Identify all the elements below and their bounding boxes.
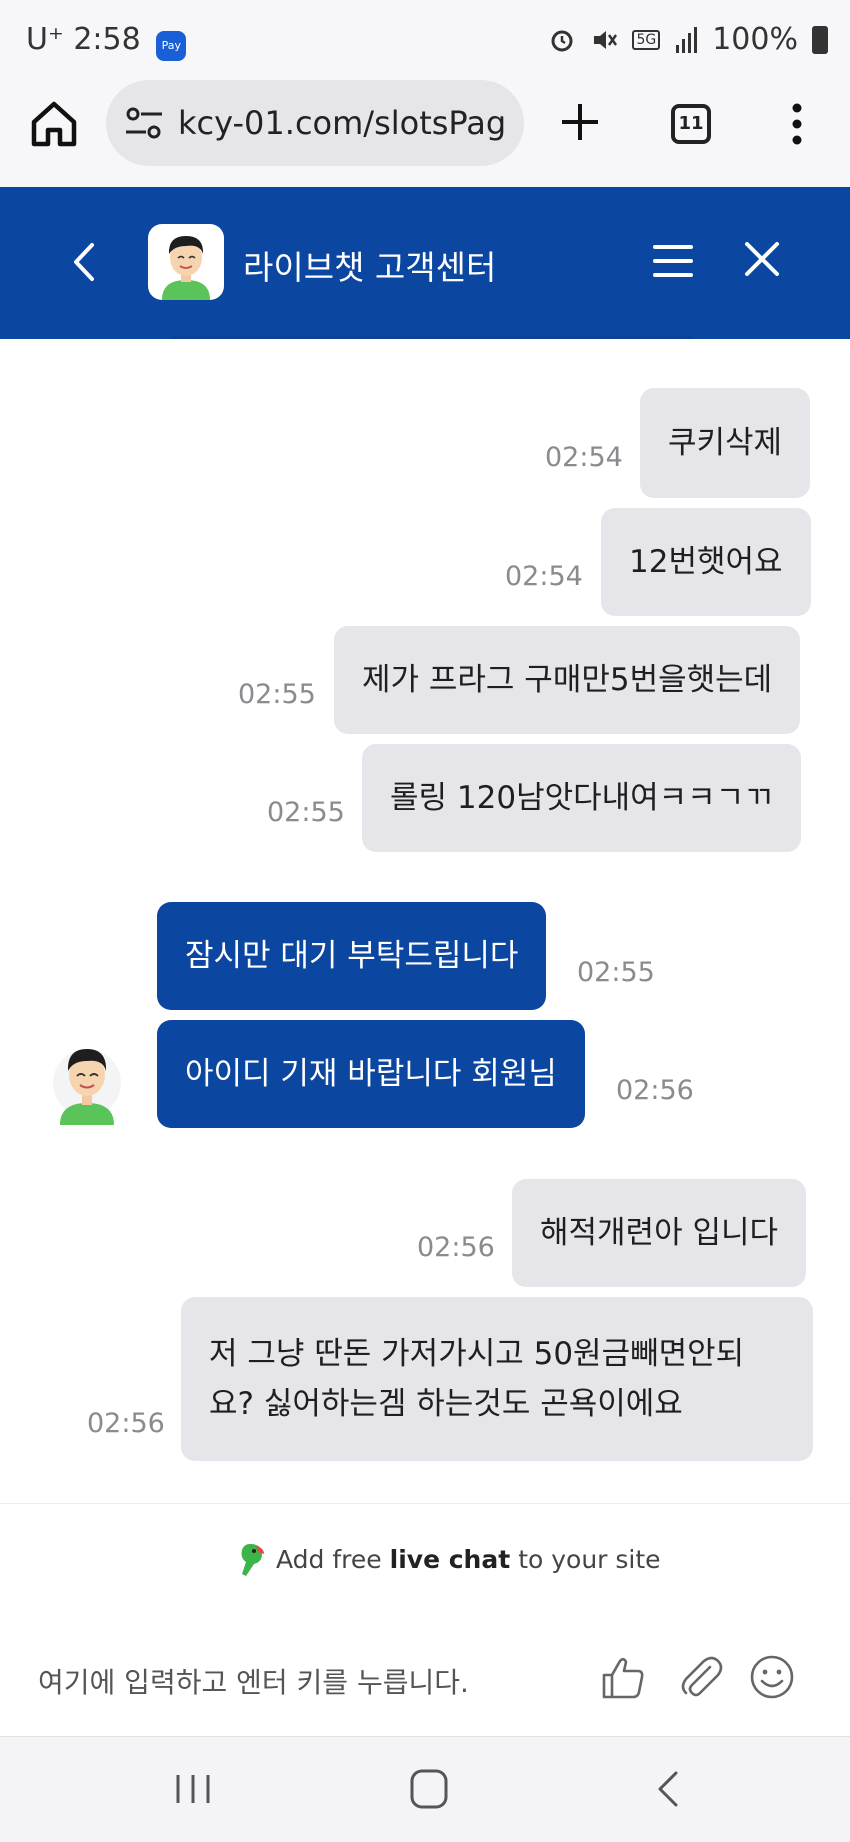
close-icon[interactable] [742,239,782,279]
mute-icon [594,30,618,49]
chat-messages: 쿠키삭제 02:54 12번햇어요 02:54 제가 프라그 구매만5번을햇는데… [0,339,850,1503]
message-time: 02:56 [616,1075,694,1106]
status-time: U⁺ 2:58 Pay [26,22,187,61]
user-message: 쿠키삭제 [640,388,811,498]
home-nav-icon[interactable] [404,1767,454,1811]
agent-face-icon [162,236,210,300]
url-text[interactable]: kcy-01.com/slotsPag [178,104,514,142]
clock: 2:58 [73,22,141,57]
message-time: 02:54 [545,442,623,473]
branding-bold: live chat [389,1544,511,1574]
message-text: 제가 프라그 구매만5번을햇는데 [362,662,773,698]
chat-title: 라이브챗 고객센터 [243,248,497,287]
new-tab-icon[interactable] [558,100,602,144]
message-text: 저 그냥 딴돈 가저가시고 50원금빼면안되요? 싫어하는겜 하는것도 곤욕이에… [209,1336,745,1422]
more-menu-icon[interactable] [782,102,812,146]
message-composer [0,1613,850,1737]
status-bar: U⁺ 2:58 Pay 5G 100% [0,0,850,80]
site-settings-icon[interactable] [124,106,164,140]
carrier-label: U⁺ [26,22,64,57]
message-time: 02:55 [577,957,655,988]
branding-suffix: to your site [518,1544,661,1574]
user-message: 저 그냥 딴돈 가저가시고 50원금빼면안되요? 싫어하는겜 하는것도 곤욕이에… [181,1297,813,1461]
system-navigation-bar [0,1737,850,1842]
user-message: 12번햇어요 [601,508,811,616]
address-bar[interactable]: kcy-01.com/slotsPag [106,80,524,166]
agent-message: 아이디 기재 바랍니다 회원님 [157,1020,585,1128]
message-text: 12번햇어요 [629,544,783,580]
signal-icon [676,26,698,53]
parrot-icon [241,1544,264,1576]
user-message: 해적개련아 입니다 [512,1179,807,1287]
message-time: 02:54 [505,561,583,592]
thumbs-up-icon[interactable] [598,1653,646,1701]
home-icon[interactable] [28,98,80,150]
message-time: 02:55 [267,797,345,828]
battery-level: 100% [712,22,798,57]
browser-toolbar: kcy-01.com/slotsPag 11 [0,80,850,187]
pay-icon: Pay [156,31,187,61]
message-time: 02:56 [87,1408,165,1439]
network-type: 5G [632,29,661,50]
attachment-icon[interactable] [676,1653,724,1701]
tab-switcher-button[interactable]: 11 [671,104,711,144]
battery-icon [812,25,828,54]
livechat-branding[interactable]: Add free live chat to your site [0,1503,850,1613]
message-text: 해적개련아 입니다 [540,1215,779,1251]
alarm-icon [551,30,573,51]
user-message: 롤링 120남앗다내여ㅋㅋㄱㄲ [362,744,801,852]
recent-apps-icon[interactable] [168,1767,218,1811]
emoji-icon[interactable] [748,1653,796,1701]
chat-header: 라이브챗 고객센터 [0,187,850,339]
message-text: 아이디 기재 바랍니다 회원님 [185,1056,557,1092]
agent-avatar [53,1049,121,1125]
user-message: 제가 프라그 구매만5번을햇는데 [334,626,801,734]
agent-message: 잠시만 대기 부탁드립니다 [157,902,547,1010]
chat-menu-icon[interactable] [651,243,695,279]
back-icon[interactable] [66,237,102,287]
back-nav-icon[interactable] [644,1767,694,1811]
message-input[interactable] [38,1657,558,1707]
message-time: 02:56 [417,1232,495,1263]
message-text: 잠시만 대기 부탁드립니다 [185,938,519,974]
agent-avatar-header [148,224,224,300]
branding-prefix: Add free [276,1544,382,1574]
message-text: 롤링 120남앗다내여ㅋㅋㄱㄲ [390,780,773,816]
message-time: 02:55 [238,679,316,710]
status-icons: 5G 100% [548,22,828,57]
message-text: 쿠키삭제 [668,425,783,461]
branding-link[interactable]: Add free live chat to your site [232,1540,661,1578]
